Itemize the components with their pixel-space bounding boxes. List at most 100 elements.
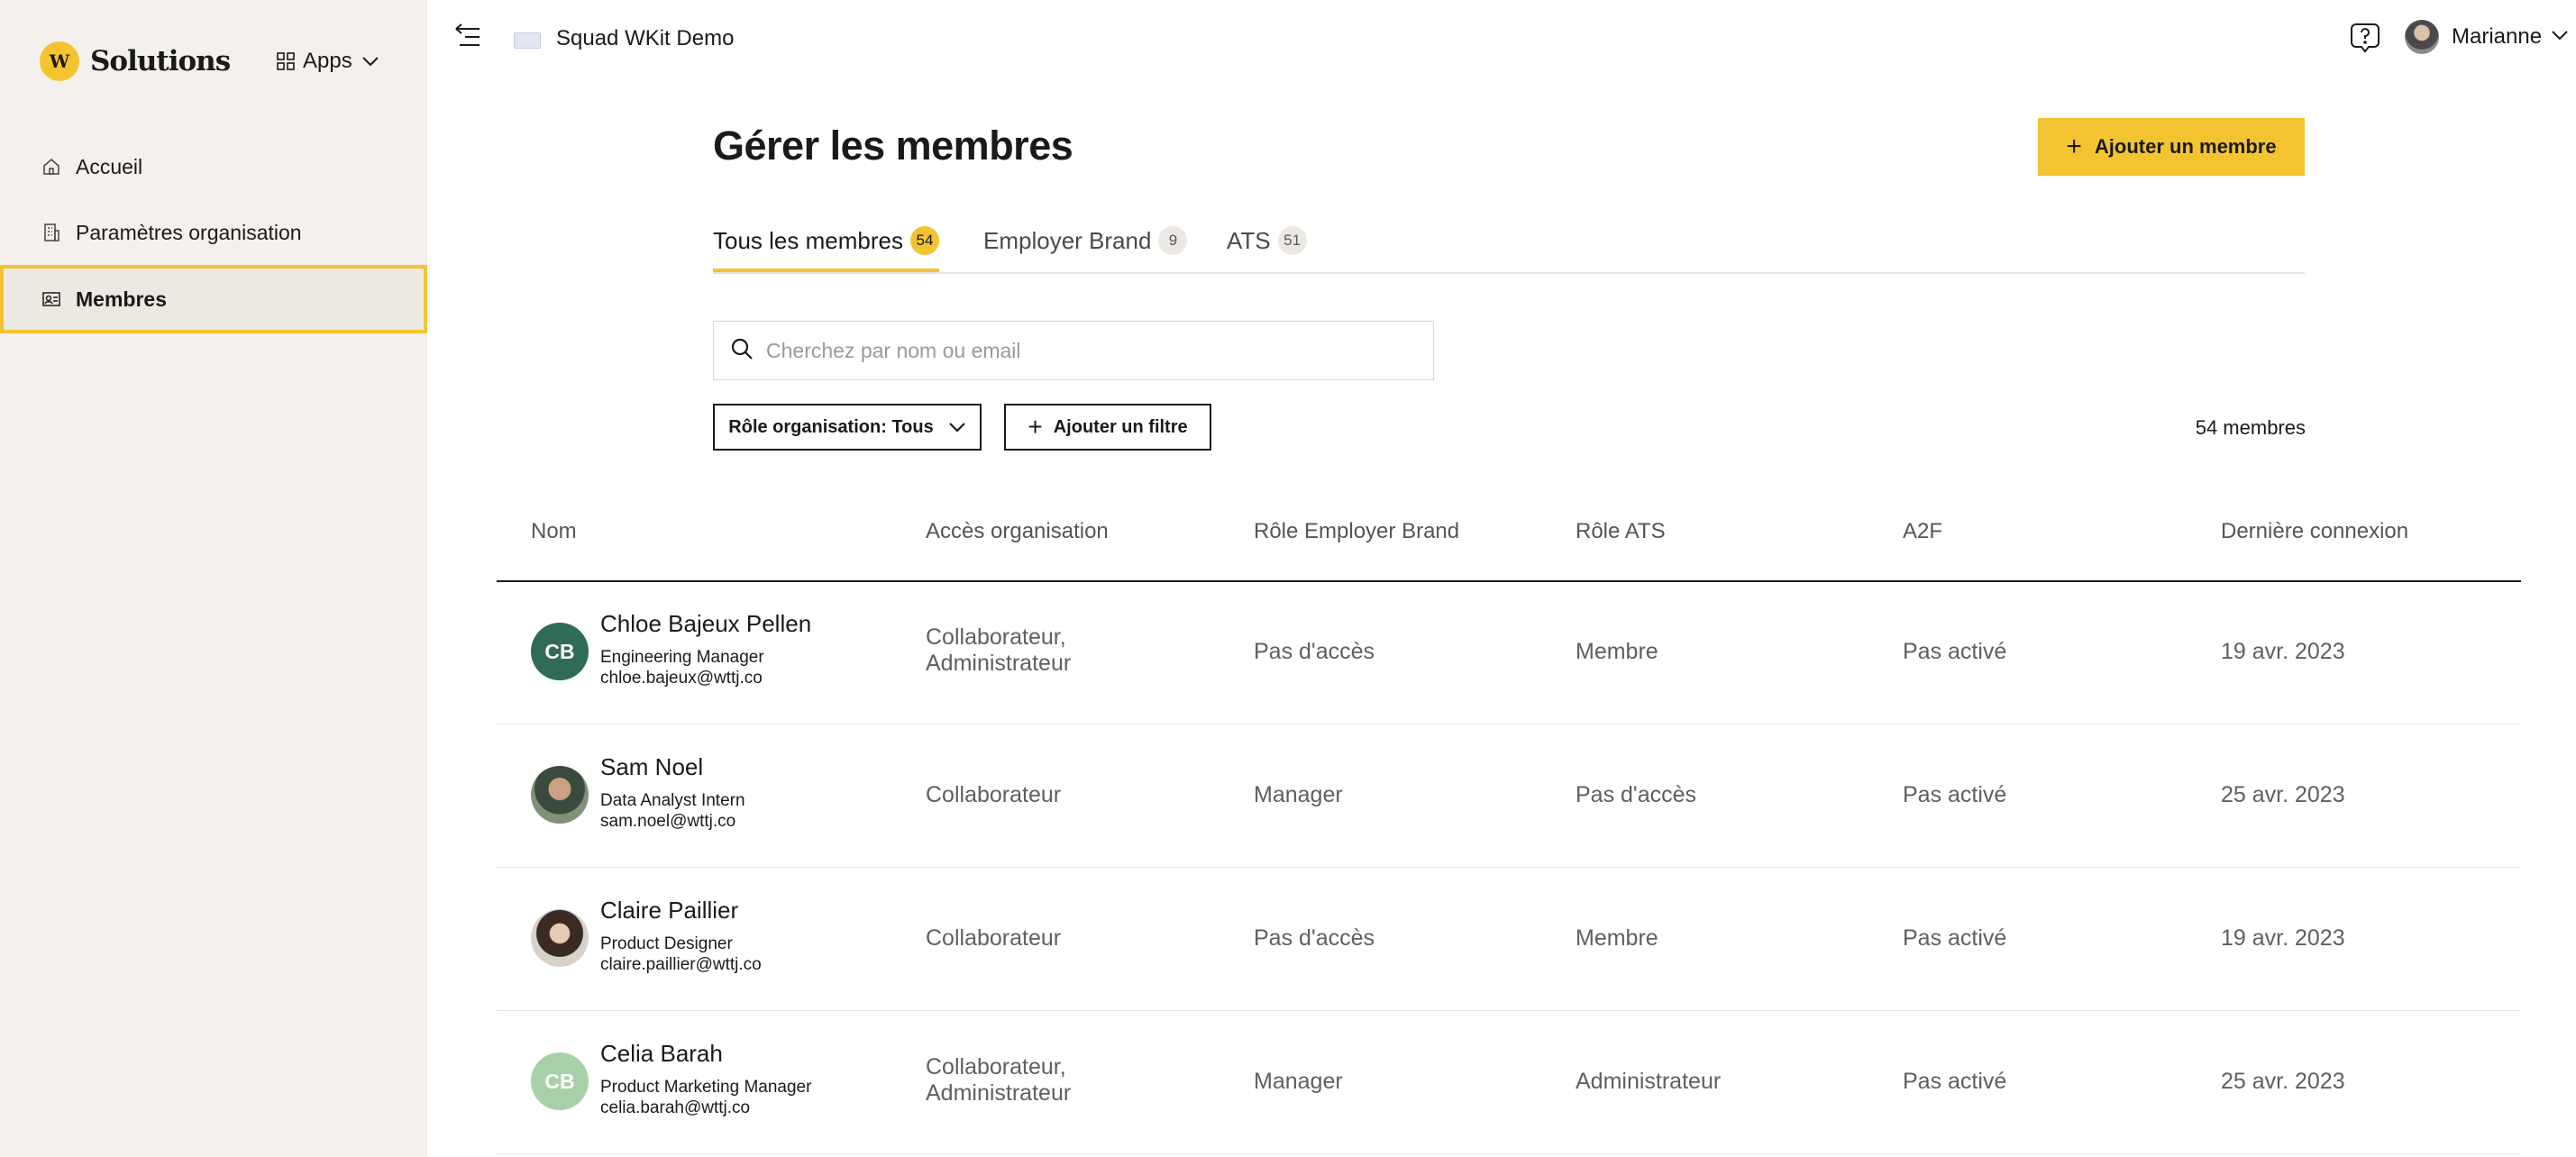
user-name: Marianne bbox=[2452, 24, 2543, 49]
brand-name: Solutions bbox=[90, 45, 231, 77]
member-tabs: Tous les membres 54 Employer Brand 9 ATS… bbox=[713, 216, 2305, 274]
member-job-title: Product Designer bbox=[600, 934, 733, 953]
last-login: 19 avr. 2023 bbox=[2221, 639, 2345, 664]
search-input[interactable] bbox=[764, 337, 1399, 364]
member-email: sam.noel@wttj.co bbox=[600, 812, 736, 831]
tab-label: ATS bbox=[1227, 227, 1271, 254]
member-email: claire.paillier@wttj.co bbox=[600, 955, 762, 974]
sidebar-item-accueil[interactable]: Accueil bbox=[0, 132, 427, 201]
member-name: Claire Paillier bbox=[600, 897, 739, 924]
member-name: Chloe Bajeux Pellen bbox=[600, 610, 812, 637]
collapse-sidebar-button[interactable] bbox=[452, 22, 483, 57]
last-login: 19 avr. 2023 bbox=[2221, 925, 2345, 951]
tab-count-badge: 51 bbox=[1277, 226, 1307, 255]
building-icon bbox=[41, 223, 61, 242]
member-name: Celia Barah bbox=[600, 1040, 723, 1067]
avatar: CB bbox=[531, 1052, 589, 1110]
chevron-down-icon bbox=[361, 56, 379, 67]
sidebar-item-parametres-organisation[interactable]: Paramètres organisation bbox=[0, 198, 427, 267]
member-job-title: Data Analyst Intern bbox=[600, 791, 745, 810]
members-count: 54 membres bbox=[2195, 416, 2306, 439]
a2f-status: Pas activé bbox=[1903, 782, 2007, 807]
avatar: CB bbox=[531, 623, 589, 680]
employer-brand-role: Pas d'accès bbox=[1254, 925, 1375, 951]
avatar bbox=[531, 909, 589, 967]
tab-label: Employer Brand bbox=[983, 227, 1152, 254]
a2f-status: Pas activé bbox=[1903, 925, 2007, 951]
page-title: Gérer les membres bbox=[713, 123, 1073, 169]
column-header-derniere-connexion[interactable]: Dernière connexion bbox=[2221, 519, 2408, 544]
organization-name: Squad WKit Demo bbox=[556, 26, 735, 50]
member-job-title: Engineering Manager bbox=[600, 648, 764, 667]
column-header-a2f[interactable]: A2F bbox=[1903, 519, 1942, 544]
last-login: 25 avr. 2023 bbox=[2221, 1069, 2345, 1094]
chevron-down-icon bbox=[2542, 29, 2569, 45]
ats-role: Administrateur bbox=[1576, 1069, 1722, 1094]
org-access-line-1: Collaborateur bbox=[926, 925, 1062, 951]
member-email: chloe.bajeux@wttj.co bbox=[600, 669, 763, 688]
last-login: 25 avr. 2023 bbox=[2221, 782, 2345, 807]
ats-role: Pas d'accès bbox=[1576, 782, 1697, 807]
help-icon bbox=[2349, 23, 2381, 58]
member-email: celia.barah@wttj.co bbox=[600, 1098, 751, 1117]
sidebar: W Solutions Apps Accueil Paramètres orga… bbox=[0, 0, 427, 1157]
role-filter-label: Rôle organisation: Tous bbox=[728, 416, 934, 437]
a2f-status: Pas activé bbox=[1903, 1069, 2007, 1094]
plus-icon: + bbox=[1028, 413, 1043, 441]
table-header: Nom Accès organisation Rôle Employer Bra… bbox=[497, 501, 2521, 582]
avatar bbox=[2405, 20, 2439, 54]
table-row[interactable]: CB Celia Barah Product Marketing Manager… bbox=[497, 1011, 2521, 1154]
employer-brand-role: Pas d'accès bbox=[1254, 639, 1375, 664]
org-access-line-1: Collaborateur bbox=[926, 782, 1062, 807]
add-member-button[interactable]: + Ajouter un membre bbox=[2038, 118, 2305, 176]
organization-logo bbox=[514, 32, 541, 49]
org-access-line-2: Administrateur bbox=[926, 651, 1072, 676]
brand-logo[interactable]: W Solutions bbox=[40, 41, 231, 81]
column-header-role-employer-brand[interactable]: Rôle Employer Brand bbox=[1254, 519, 1459, 544]
member-job-title: Product Marketing Manager bbox=[600, 1078, 812, 1097]
apps-label: Apps bbox=[303, 49, 352, 73]
org-access-line-1: Collaborateur, bbox=[926, 624, 1066, 650]
table-row[interactable]: Sam Noel Data Analyst Intern sam.noel@wt… bbox=[497, 724, 2521, 868]
help-button[interactable] bbox=[2349, 22, 2381, 59]
apps-grid-icon bbox=[276, 51, 296, 71]
sidebar-item-label: Membres bbox=[76, 287, 167, 311]
add-filter-label: Ajouter un filtre bbox=[1053, 416, 1188, 437]
member-name: Sam Noel bbox=[600, 753, 704, 780]
sidebar-item-membres[interactable]: Membres bbox=[0, 265, 427, 333]
sidebar-item-label: Accueil bbox=[76, 154, 143, 178]
column-header-acces-organisation[interactable]: Accès organisation bbox=[926, 519, 1109, 544]
tab-employer-brand[interactable]: Employer Brand 9 bbox=[983, 216, 1188, 272]
table-row[interactable]: Claire Paillier Product Designer claire.… bbox=[497, 868, 2521, 1011]
apps-menu-button[interactable]: Apps bbox=[276, 49, 379, 74]
tab-ats[interactable]: ATS 51 bbox=[1227, 216, 1307, 272]
ats-role: Membre bbox=[1576, 925, 1658, 951]
plus-icon: + bbox=[2066, 132, 2082, 161]
role-filter-dropdown[interactable]: Rôle organisation: Tous bbox=[713, 404, 982, 451]
search-icon bbox=[730, 337, 754, 365]
user-menu[interactable]: Marianne bbox=[2405, 20, 2569, 54]
employer-brand-role: Manager bbox=[1254, 1069, 1343, 1094]
sidebar-item-label: Paramètres organisation bbox=[76, 220, 302, 244]
tab-label: Tous les membres bbox=[713, 227, 903, 254]
table-row[interactable]: CB Chloe Bajeux Pellen Engineering Manag… bbox=[497, 581, 2521, 724]
column-header-role-ats[interactable]: Rôle ATS bbox=[1576, 519, 1666, 544]
home-icon bbox=[41, 157, 61, 177]
add-member-label: Ajouter un membre bbox=[2094, 135, 2277, 158]
brand-logo-mark: W bbox=[40, 41, 79, 81]
collapse-menu-icon bbox=[452, 23, 483, 56]
add-filter-button[interactable]: + Ajouter un filtre bbox=[1004, 404, 1211, 451]
tab-count-badge: 9 bbox=[1158, 226, 1188, 255]
column-header-nom[interactable]: Nom bbox=[531, 519, 577, 544]
tab-tous-les-membres[interactable]: Tous les membres 54 bbox=[713, 216, 939, 272]
chevron-down-icon bbox=[948, 417, 966, 438]
a2f-status: Pas activé bbox=[1903, 639, 2007, 664]
org-access-line-2: Administrateur bbox=[926, 1080, 1072, 1106]
ats-role: Membre bbox=[1576, 639, 1658, 664]
search-box bbox=[713, 321, 1434, 380]
org-access-line-1: Collaborateur, bbox=[926, 1054, 1066, 1080]
avatar bbox=[531, 766, 589, 824]
employer-brand-role: Manager bbox=[1254, 782, 1343, 807]
tab-count-badge: 54 bbox=[909, 226, 939, 255]
members-card-icon bbox=[41, 289, 61, 309]
